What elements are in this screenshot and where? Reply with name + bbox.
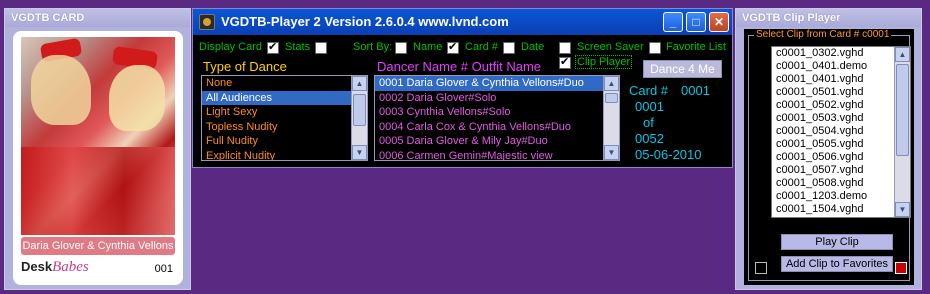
clip-group-box: c0001_0302.vghd c0001_0401.demo c0001_0401…	[748, 35, 911, 281]
dancer-item[interactable]: 0005 Daria Glover & Mily Jay#Duo	[375, 134, 619, 149]
card-index-value: 0001	[635, 99, 664, 114]
scroll-up-icon[interactable]: ▲	[604, 76, 619, 91]
scroll-up-icon[interactable]: ▲	[895, 47, 910, 62]
scroll-down-icon[interactable]: ▼	[604, 145, 619, 160]
clip-item[interactable]: c0001_0505.vghd	[772, 138, 910, 151]
card-caption: Daria Glover & Cynthia Vellons	[21, 237, 175, 255]
card-photo	[21, 37, 175, 235]
clip-item[interactable]: c0001_0501.vghd	[772, 86, 910, 99]
dance-type-item[interactable]: Topless Nudity	[202, 120, 367, 135]
clip-window: VGDTB Clip Player c0001_0302.vghd c0001_0…	[735, 8, 922, 290]
clip-item[interactable]: c0001_0302.vghd	[772, 47, 910, 60]
display-card-label: Display Card	[199, 41, 262, 53]
clip-window-title: VGDTB Clip Player	[736, 9, 921, 27]
scroll-down-icon[interactable]: ▼	[352, 145, 367, 160]
dancer-item[interactable]: 0001 Daria Glover & Cynthia Vellons#Duo	[375, 76, 619, 91]
of-label: of	[643, 115, 654, 130]
clip-option-checkbox-left[interactable]	[755, 262, 767, 274]
clip-item[interactable]: c0001_0504.vghd	[772, 125, 910, 138]
logo-desk-text: Desk	[21, 259, 53, 274]
dance-type-item[interactable]: All Audiences	[202, 90, 367, 105]
dance-type-item[interactable]: Explicit Nudity	[202, 149, 367, 161]
logo-babes-text: Babes	[52, 259, 89, 275]
dancer-item[interactable]: 0002 Daria Glover#Solo	[375, 91, 619, 106]
type-of-dance-list[interactable]: None All Audiences Light Sexy Topless Nudit…	[201, 75, 368, 161]
card-window: VGDTB CARD Daria Glover & Cynthia Vellon…	[4, 8, 191, 290]
clip-item[interactable]: c0001_0506.vghd	[772, 151, 910, 164]
clip-item[interactable]: c0001_0503.vghd	[772, 112, 910, 125]
scroll-down-icon[interactable]: ▼	[895, 202, 910, 217]
favorite-list-checkbox[interactable]	[649, 42, 661, 54]
scroll-up-icon[interactable]: ▲	[352, 76, 367, 91]
display-card-checkbox[interactable]	[267, 40, 279, 54]
add-to-favorites-button[interactable]: Add Clip to Favorites	[781, 256, 893, 272]
scroll-thumb[interactable]	[896, 64, 909, 156]
clip-item[interactable]: c0001_0507.vghd	[772, 164, 910, 177]
deskbabes-logo: DeskBabes	[21, 259, 89, 276]
minimize-button[interactable]: _	[663, 12, 683, 32]
dancer-item[interactable]: 0004 Carla Cox & Cynthia Vellons#Duo	[375, 120, 619, 135]
clip-item[interactable]: c0001_0508.vghd	[772, 177, 910, 190]
close-button[interactable]: ✕	[709, 12, 729, 32]
player-window: VGDTB-Player 2 Version 2.6.0.4 www.lvnd.…	[192, 8, 733, 168]
dancer-list[interactable]: 0001 Daria Glover & Cynthia Vellons#Duo 0…	[374, 75, 620, 161]
favorite-list-label: Favorite List	[666, 41, 726, 53]
dance-type-item[interactable]: Full Nudity	[202, 134, 367, 149]
clip-option-checkbox-right[interactable]	[895, 262, 907, 274]
type-of-dance-heading: Type of Dance	[203, 59, 287, 74]
clip-item[interactable]: c0001_0401.demo	[772, 60, 910, 73]
clip-item[interactable]: c0001_1504.vghd	[772, 203, 910, 216]
dancer-list-heading: Dancer Name # Outfit Name	[377, 59, 542, 74]
card-window-title: VGDTB CARD	[5, 9, 190, 27]
sort-card-checkbox[interactable]	[447, 40, 459, 54]
clip-player-label[interactable]: Clip Player	[575, 55, 633, 69]
clip-item[interactable]: c0001_0502.vghd	[772, 99, 910, 112]
clip-panel: c0001_0302.vghd c0001_0401.demo c0001_0401…	[744, 29, 914, 285]
clip-list-scrollbar[interactable]: ▲ ▼	[894, 47, 910, 217]
player-title-bar[interactable]: VGDTB-Player 2 Version 2.6.0.4 www.lvnd.…	[193, 9, 732, 35]
stats-checkbox[interactable]	[315, 42, 327, 54]
play-clip-button[interactable]: Play Clip	[781, 234, 893, 250]
total-cards-value: 0052	[635, 131, 664, 146]
sort-date-checkbox[interactable]	[503, 42, 515, 54]
card-date: 05-06-2010	[635, 147, 702, 162]
dancer-list-scrollbar[interactable]: ▲ ▼	[603, 76, 619, 160]
sort-date-label: Date	[521, 41, 545, 53]
clip-item[interactable]: c0001_0401.vghd	[772, 73, 910, 86]
card-number: 001	[154, 263, 173, 275]
clip-player-checkbox[interactable]	[559, 55, 571, 69]
dance-type-item[interactable]: Light Sexy	[202, 105, 367, 120]
player-window-title: VGDTB-Player 2 Version 2.6.0.4 www.lvnd.…	[221, 14, 509, 29]
dancer-item[interactable]: 0006 Carmen Gemin#Majestic view	[375, 149, 619, 161]
scroll-thumb[interactable]	[605, 93, 618, 103]
sort-name-checkbox[interactable]	[395, 42, 407, 54]
dance-type-item[interactable]: None	[202, 76, 367, 91]
clip-list[interactable]: c0001_0302.vghd c0001_0401.demo c0001_0401…	[771, 46, 911, 218]
maximize-button[interactable]: □	[686, 12, 706, 32]
dance-4-me-button[interactable]: Dance 4 Me	[643, 60, 722, 78]
stats-label: Stats	[285, 41, 311, 53]
scroll-thumb[interactable]	[353, 94, 366, 126]
sort-card-label: Card #	[465, 41, 499, 53]
clip-item[interactable]: c0001_1203.demo	[772, 190, 910, 203]
screen-saver-label: Screen Saver	[577, 41, 644, 53]
app-icon[interactable]	[199, 14, 215, 30]
screen-saver-checkbox[interactable]	[559, 42, 571, 54]
card-panel: Daria Glover & Cynthia Vellons DeskBabes…	[13, 31, 183, 285]
clip-group-title: Select Clip from Card # c0001	[754, 29, 892, 40]
dancer-item[interactable]: 0003 Cynthia Vellons#Solo	[375, 105, 619, 120]
sort-by-label: Sort By:	[353, 41, 393, 53]
type-of-dance-scrollbar[interactable]: ▲ ▼	[351, 76, 367, 160]
card-number-value: 0001	[681, 83, 710, 98]
sort-name-label: Name	[413, 41, 443, 53]
card-number-label: Card #	[629, 83, 669, 98]
